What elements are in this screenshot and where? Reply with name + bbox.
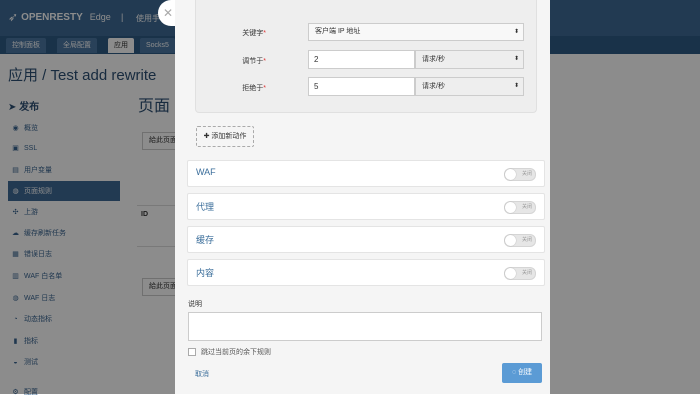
skip-rules-label: 跳过当前页的余下规则 [201, 349, 271, 356]
throttle-rate-input[interactable]: 2 [308, 50, 415, 69]
section-waf[interactable]: WAF 关闭 [187, 160, 545, 187]
keyword-row: 关键字* 客户端 IP 地址 ⬍ [196, 22, 536, 42]
description-textarea[interactable] [188, 312, 542, 341]
section-content[interactable]: 内容 关闭 [187, 259, 545, 286]
section-title: 内容 [196, 268, 215, 278]
keyword-select[interactable]: 客户端 IP 地址 ⬍ [308, 23, 524, 41]
reject-label: 拒绝于* [242, 85, 266, 92]
reject-rate-input[interactable]: 5 [308, 77, 415, 96]
page-rule-editor-panel: 关键字* 客户端 IP 地址 ⬍ 调节于* 2 请求/秒 ⬍ 拒绝于* 5 请求/秒… [175, 0, 550, 394]
select-chevron-icon: ⬍ [513, 29, 519, 35]
keyword-label: 关键字* [242, 30, 266, 37]
cache-toggle[interactable]: 关闭 [504, 234, 536, 247]
skip-rules-checkbox[interactable] [188, 348, 196, 356]
toggle-knob [505, 268, 516, 279]
select-chevron-icon: ⬍ [513, 83, 519, 89]
select-chevron-icon: ⬍ [513, 56, 519, 62]
section-title: 代理 [196, 202, 215, 212]
section-cache[interactable]: 缓存 关闭 [187, 226, 545, 253]
create-button[interactable]: ◌ 创建 [502, 363, 542, 383]
section-proxy[interactable]: 代理 关闭 [187, 193, 545, 220]
toggle-knob [505, 202, 516, 213]
toggle-knob [505, 235, 516, 246]
throttle-unit-select[interactable]: 请求/秒 ⬍ [415, 50, 524, 69]
plus-icon: ✚ [203, 133, 210, 140]
limit-req-action-box: 关键字* 客户端 IP 地址 ⬍ 调节于* 2 请求/秒 ⬍ 拒绝于* 5 请求/秒… [195, 0, 537, 113]
reject-unit-select[interactable]: 请求/秒 ⬍ [415, 77, 524, 96]
reject-row: 拒绝于* 5 请求/秒 ⬍ [196, 77, 536, 97]
skip-rules-option[interactable]: 跳过当前页的余下规则 [188, 347, 271, 357]
toggle-knob [505, 169, 516, 180]
close-icon: ✕ [163, 6, 174, 20]
throttle-label: 调节于* [242, 58, 266, 65]
waf-toggle[interactable]: 关闭 [504, 168, 536, 181]
proxy-toggle[interactable]: 关闭 [504, 201, 536, 214]
description-label: 说明 [188, 301, 202, 308]
section-title: 缓存 [196, 235, 215, 245]
spinner-icon: ◌ [511, 369, 517, 376]
cancel-link[interactable]: 取消 [195, 369, 209, 379]
throttle-row: 调节于* 2 请求/秒 ⬍ [196, 50, 536, 70]
section-title: WAF [196, 167, 216, 177]
add-action-button[interactable]: ✚ 添加新动作 [196, 126, 254, 147]
content-toggle[interactable]: 关闭 [504, 267, 536, 280]
